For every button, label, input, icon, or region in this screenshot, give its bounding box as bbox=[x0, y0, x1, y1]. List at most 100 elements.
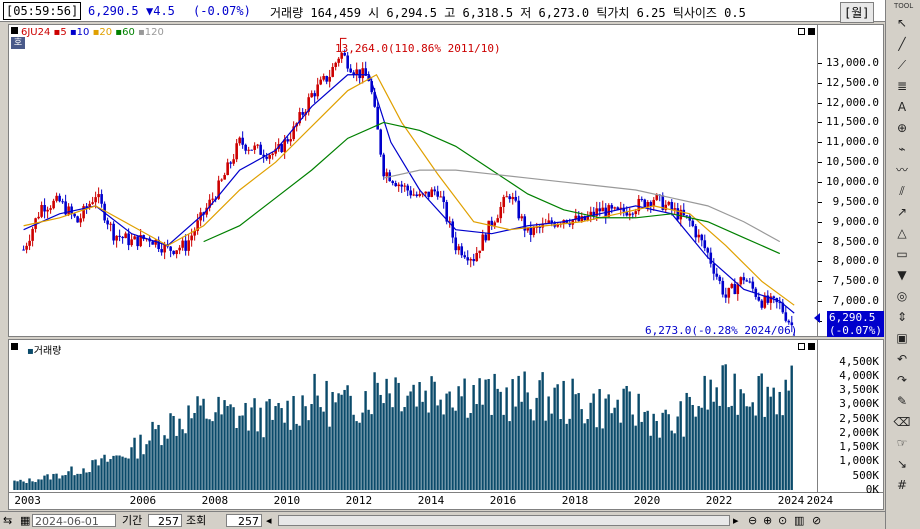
volume-bar bbox=[547, 396, 550, 490]
scroll-right-icon[interactable]: ▸ bbox=[733, 514, 739, 527]
cursor-icon[interactable]: ↖ bbox=[891, 14, 913, 32]
candle-body bbox=[160, 249, 163, 253]
candle-body bbox=[91, 202, 94, 204]
calendar-icon[interactable]: ▦ bbox=[20, 514, 30, 527]
volume-bar bbox=[220, 414, 223, 490]
eraser-icon[interactable]: ⌫ bbox=[891, 413, 913, 431]
volume-bar bbox=[289, 429, 292, 490]
candle-body bbox=[487, 220, 491, 241]
candle-body bbox=[259, 144, 262, 155]
volume-bar bbox=[607, 394, 610, 490]
text-icon[interactable]: A bbox=[891, 98, 913, 116]
volume-bar bbox=[133, 437, 136, 490]
volume-bar bbox=[331, 392, 334, 490]
volume-bar bbox=[100, 458, 103, 490]
zoom-out-icon[interactable]: ⊖ bbox=[748, 514, 757, 527]
volume-bar bbox=[733, 373, 736, 490]
volume-bar bbox=[583, 423, 586, 490]
price-tick-label: 12,500.0 bbox=[826, 75, 879, 89]
candle-body bbox=[529, 227, 533, 235]
rect-icon[interactable]: ▭ bbox=[891, 245, 913, 263]
trend-icon[interactable]: ⟋ bbox=[891, 56, 913, 74]
candle-body bbox=[505, 196, 509, 198]
volume-bar bbox=[79, 473, 82, 490]
arrow-icon[interactable]: ↗ bbox=[891, 203, 913, 221]
brush-icon[interactable]: ✎ bbox=[891, 392, 913, 410]
arrow2-icon[interactable]: ↘ bbox=[891, 455, 913, 473]
auto-icon[interactable]: ⌁ bbox=[891, 140, 913, 158]
window-icon[interactable]: ▣ bbox=[891, 329, 913, 347]
prev-icon[interactable]: ⇆ bbox=[3, 514, 12, 527]
volume-bar bbox=[67, 471, 70, 490]
cycle-icon[interactable]: ◎ bbox=[891, 287, 913, 305]
period-input[interactable]: 257 bbox=[148, 514, 182, 528]
volume-bar bbox=[55, 473, 58, 490]
volume-bar bbox=[544, 420, 547, 490]
volume-bar bbox=[310, 404, 313, 490]
redo-icon[interactable]: ↷ bbox=[891, 371, 913, 389]
candle-body bbox=[634, 211, 638, 215]
chart-scrollbar[interactable] bbox=[278, 515, 730, 526]
channel-icon[interactable]: ⫽ bbox=[891, 182, 913, 200]
zoom-icon[interactable]: ⊕ bbox=[891, 119, 913, 137]
time-tick-label: 2018 bbox=[561, 494, 589, 507]
pin-icon[interactable]: ⊘ bbox=[812, 514, 821, 527]
pointer-icon[interactable]: ☞ bbox=[891, 434, 913, 452]
volume-bar bbox=[238, 415, 241, 490]
volume-chart-panel[interactable]: ▪거래량 bbox=[8, 339, 818, 493]
tri-icon[interactable]: △ bbox=[891, 224, 913, 242]
volume-bar bbox=[82, 468, 85, 490]
bars-icon[interactable]: ▥ bbox=[794, 514, 804, 527]
line-icon[interactable]: ╱ bbox=[891, 35, 913, 53]
date-input[interactable]: 2024-06-01 bbox=[32, 514, 116, 528]
price-tick-mark bbox=[818, 82, 822, 84]
volume-bar bbox=[634, 425, 637, 490]
volume-bar bbox=[418, 382, 421, 490]
price-tick-label: 12,000.0 bbox=[826, 95, 879, 109]
price-chart-panel[interactable]: 호 6JU24 ▪5 ▪10 ▪20 ▪60 ▪120 13,264.0(110… bbox=[8, 24, 818, 337]
volume-bar bbox=[388, 393, 391, 490]
candle-body bbox=[493, 222, 497, 226]
view-input[interactable]: 257 bbox=[226, 514, 262, 528]
ma-line-10 bbox=[23, 74, 795, 314]
volume-bar bbox=[139, 434, 142, 490]
volume-bar bbox=[475, 404, 478, 490]
volume-bar bbox=[730, 405, 733, 490]
volume-bar bbox=[304, 406, 307, 490]
candle-body bbox=[325, 76, 328, 82]
candle-body bbox=[244, 144, 247, 151]
volume-bar bbox=[778, 391, 781, 490]
price-tick-mark bbox=[818, 162, 822, 164]
price-tick-mark bbox=[818, 261, 822, 263]
volume-bar bbox=[358, 422, 361, 490]
volume-bar bbox=[196, 396, 199, 490]
candle-body bbox=[190, 235, 193, 241]
volume-bar bbox=[103, 454, 106, 490]
gap-icon[interactable]: ⇕ bbox=[891, 308, 913, 326]
grid-icon[interactable]: # bbox=[891, 476, 913, 494]
candle-body bbox=[484, 234, 488, 241]
volume-bar bbox=[574, 394, 577, 490]
candle-body bbox=[481, 234, 485, 251]
volume-bar bbox=[97, 465, 100, 490]
view-label[interactable]: 조회 bbox=[186, 514, 206, 527]
undo-icon[interactable]: ↶ bbox=[891, 350, 913, 368]
candle-body bbox=[652, 199, 656, 207]
candle-body bbox=[358, 69, 361, 79]
candle-body bbox=[697, 234, 701, 238]
down-icon[interactable]: ▼ bbox=[891, 266, 913, 284]
volume-bar bbox=[529, 409, 532, 490]
bottom-control-bar: ⇆ ▦ 2024-06-01 기간 257 조회 257 ◂ ▸ ⊖ ⊕ ⊙ ▥… bbox=[0, 511, 885, 529]
period-button[interactable]: [월] bbox=[840, 2, 874, 23]
volume-bar bbox=[667, 414, 670, 490]
volume-bar bbox=[457, 386, 460, 490]
candle-body bbox=[52, 200, 55, 209]
reset-icon[interactable]: ⊙ bbox=[778, 514, 787, 527]
candle-body bbox=[265, 156, 268, 159]
scroll-left-icon[interactable]: ◂ bbox=[266, 514, 272, 527]
zoom-in-icon[interactable]: ⊕ bbox=[763, 514, 772, 527]
price-change-pct: (-0.07%) bbox=[193, 4, 251, 18]
wave-icon[interactable]: 〰 bbox=[891, 161, 913, 179]
volume-bar bbox=[478, 378, 481, 490]
fibo-icon[interactable]: ≣ bbox=[891, 77, 913, 95]
